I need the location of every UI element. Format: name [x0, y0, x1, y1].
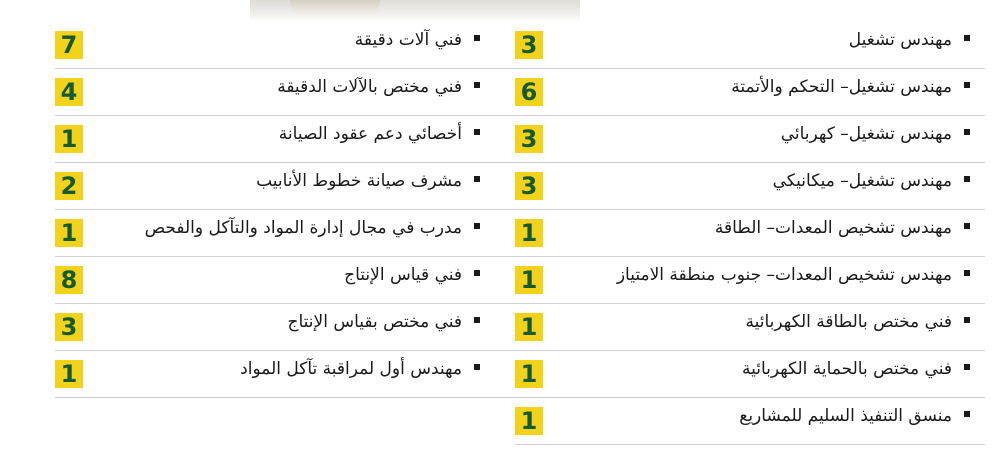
job-title-line: مشرف صيانة خطوط الأنابيب: [256, 171, 480, 191]
job-title: مهندس تشغيل: [848, 30, 952, 50]
bullet-icon: [964, 411, 970, 417]
job-title: مهندس تشغيل– كهربائي: [780, 124, 952, 144]
job-title: فني آلات دقيقة: [354, 30, 462, 50]
job-row: 2 مشرف صيانة خطوط الأنابيب: [55, 163, 525, 210]
job-title: مهندس تشغيل– ميكانيكي: [772, 171, 952, 191]
bullet-icon: [964, 129, 970, 135]
vacancy-count-badge: 7: [55, 31, 83, 59]
job-title: أخصائي دعم عقود الصيانة: [278, 124, 462, 144]
job-title: مدرب في مجال إدارة المواد والتآكل والفحص: [144, 218, 462, 238]
job-title-line: مهندس تشغيل– كهربائي: [781, 124, 970, 144]
job-title-line: أخصائي دعم عقود الصيانة: [279, 124, 480, 144]
vacancy-count-badge: 4: [55, 78, 83, 106]
job-title-line: مهندس تشخيص المعدات– الطاقة: [715, 218, 970, 238]
job-title: مهندس تشخيص المعدات– جنوب منطقة الامتياز: [616, 265, 952, 285]
bullet-icon: [474, 129, 480, 135]
vacancy-count-badge: 1: [55, 125, 83, 153]
job-title-line: مهندس أول لمراقبة تآكل المواد: [240, 359, 480, 379]
bullet-icon: [964, 35, 970, 41]
job-row: 1 مدرب في مجال إدارة المواد والتآكل والفح…: [55, 210, 525, 257]
job-title: فني مختص بالطاقة الكهربائية: [745, 312, 952, 332]
job-row: 1 فني مختص بالطاقة الكهربائية: [515, 304, 985, 351]
job-row: 3 فني مختص بقياس الإنتاج: [55, 304, 525, 351]
job-row: 1 فني مختص بالحماية الكهربائية: [515, 351, 985, 398]
job-title: فني مختص بالآلات الدقيقة: [277, 77, 462, 97]
job-title-line: مدرب في مجال إدارة المواد والتآكل والفحص: [145, 218, 480, 238]
bullet-icon: [474, 82, 480, 88]
job-row: 7 فني آلات دقيقة: [55, 22, 525, 69]
job-row: 3 مهندس تشغيل: [515, 22, 985, 69]
jobs-column-left: 7 فني آلات دقيقة 4 فني مختص بالآلات الدقيقة…: [55, 22, 525, 398]
header-photo-strip: [250, 0, 580, 22]
job-row: 1 مهندس تشخيص المعدات– جنوب منطقة الامتيا…: [515, 257, 985, 304]
job-row: 3 مهندس تشغيل– كهربائي: [515, 116, 985, 163]
jobs-column-right: 3 مهندس تشغيل 6 مهندس تشغيل– التحكم والأتمت…: [515, 22, 985, 445]
job-title: مهندس أول لمراقبة تآكل المواد: [240, 359, 462, 379]
bullet-icon: [964, 82, 970, 88]
vacancy-count-badge: 1: [55, 219, 83, 247]
job-title-line: فني قياس الإنتاج: [344, 265, 480, 285]
vacancy-count-badge: 1: [515, 407, 543, 435]
bullet-icon: [964, 270, 970, 276]
job-title-line: مهندس تشخيص المعدات– جنوب منطقة الامتياز: [617, 265, 970, 285]
job-title-line: منسق التنفيذ السليم للمشاريع: [739, 406, 970, 426]
bullet-icon: [964, 176, 970, 182]
job-row: 1 مهندس تشخيص المعدات– الطاقة: [515, 210, 985, 257]
bullet-icon: [964, 364, 970, 370]
job-title-line: فني مختص بالطاقة الكهربائية: [745, 312, 970, 332]
job-row: 4 فني مختص بالآلات الدقيقة: [55, 69, 525, 116]
job-title: فني مختص بقياس الإنتاج: [287, 312, 463, 332]
job-row: 1 منسق التنفيذ السليم للمشاريع: [515, 398, 985, 445]
bullet-icon: [474, 317, 480, 323]
job-title: فني مختص بالحماية الكهربائية: [742, 359, 952, 379]
bullet-icon: [474, 35, 480, 41]
job-title: منسق التنفيذ السليم للمشاريع: [739, 406, 952, 426]
person-photo: [290, 0, 380, 16]
job-title-line: مهندس تشغيل– ميكانيكي: [773, 171, 970, 191]
bullet-icon: [964, 223, 970, 229]
job-title: مهندس تشخيص المعدات– الطاقة: [714, 218, 952, 238]
job-title-line: مهندس تشغيل: [849, 30, 970, 50]
job-row: 8 فني قياس الإنتاج: [55, 257, 525, 304]
job-row: 1 أخصائي دعم عقود الصيانة: [55, 116, 525, 163]
job-title: مهندس تشغيل– التحكم والأتمتة: [731, 77, 952, 97]
vacancy-count-badge: 8: [55, 266, 83, 294]
job-title-line: فني مختص بالآلات الدقيقة: [277, 77, 480, 97]
vacancy-count-badge: 2: [55, 172, 83, 200]
bullet-icon: [474, 223, 480, 229]
bullet-icon: [964, 317, 970, 323]
job-title-line: فني مختص بقياس الإنتاج: [287, 312, 480, 332]
bullet-icon: [474, 176, 480, 182]
vacancy-count-badge: 3: [55, 313, 83, 341]
job-title: مشرف صيانة خطوط الأنابيب: [256, 171, 462, 191]
bullet-icon: [474, 270, 480, 276]
job-title-line: فني آلات دقيقة: [355, 30, 480, 50]
job-row: 3 مهندس تشغيل– ميكانيكي: [515, 163, 985, 210]
job-title-line: مهندس تشغيل– التحكم والأتمتة: [731, 77, 970, 97]
vacancy-count-badge: 1: [55, 360, 83, 388]
job-row: 1 مهندس أول لمراقبة تآكل المواد: [55, 351, 525, 398]
job-row: 6 مهندس تشغيل– التحكم والأتمتة: [515, 69, 985, 116]
job-title-line: فني مختص بالحماية الكهربائية: [742, 359, 970, 379]
bullet-icon: [474, 364, 480, 370]
job-title: فني قياس الإنتاج: [344, 265, 462, 285]
